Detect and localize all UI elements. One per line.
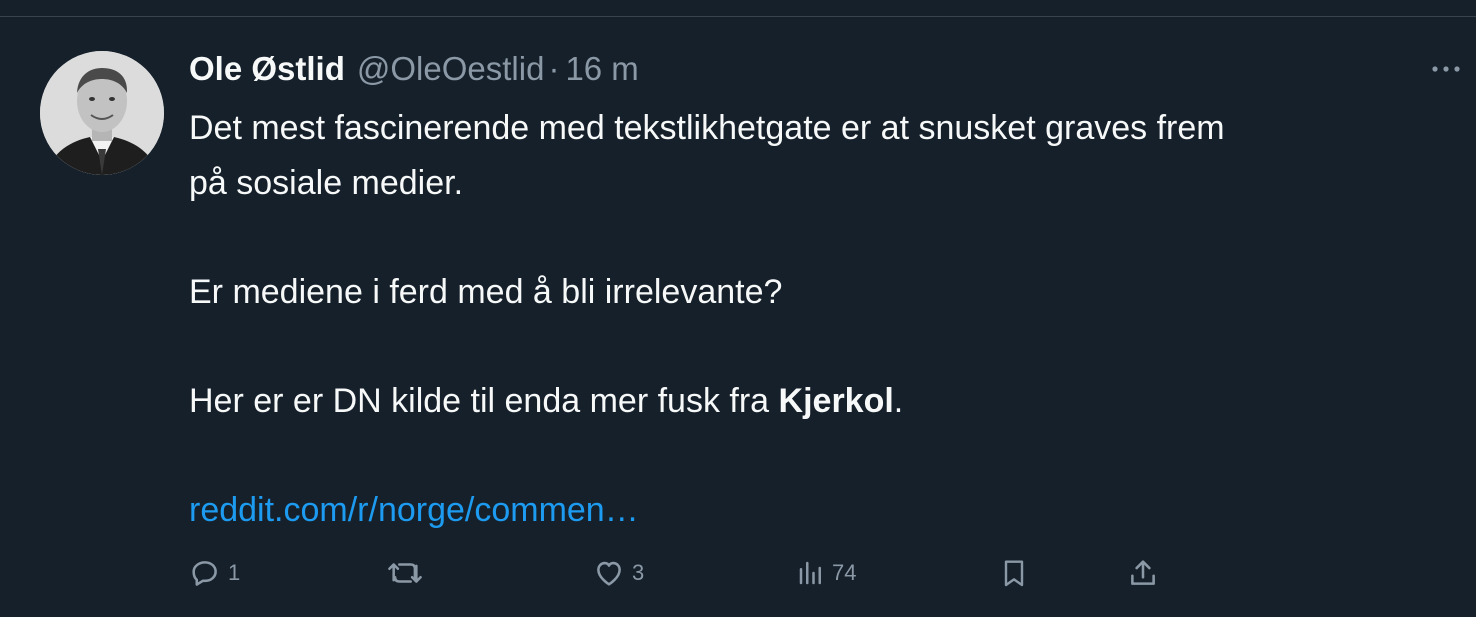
- author-display-name[interactable]: Ole Østlid: [189, 47, 345, 91]
- tweet-text-segment: .: [893, 381, 904, 420]
- avatar-photo: [40, 51, 164, 175]
- tweet-text-segment: Her er er DN kilde til enda mer fusk fra: [189, 381, 779, 420]
- author-handle[interactable]: @OleOestlid: [357, 47, 545, 91]
- like-button[interactable]: 3: [592, 555, 644, 591]
- retweet-button[interactable]: [386, 555, 430, 591]
- more-icon: [1432, 66, 1460, 72]
- more-options-button[interactable]: [1428, 57, 1464, 81]
- avatar[interactable]: [40, 51, 164, 175]
- tweet-text-line: Det mest fascinerende med tekstlikhetgat…: [189, 109, 1225, 147]
- header-separator: ·: [548, 50, 560, 87]
- tweet-header: Ole Østlid @OleOestlid · 16 m: [189, 47, 639, 91]
- reply-count: 1: [228, 560, 241, 585]
- tweet-link[interactable]: reddit.com/r/norge/commen…: [189, 483, 1439, 538]
- share-button[interactable]: [1126, 555, 1160, 591]
- tweet-timestamp[interactable]: 16 m: [565, 47, 638, 91]
- reply-icon: [192, 561, 217, 586]
- tweet-text-line: Er mediene i ferd med å bli irrelevante?: [189, 272, 783, 311]
- tweet-actions: 1 3 74: [188, 555, 1188, 591]
- heart-icon: [597, 561, 621, 586]
- reply-button[interactable]: 1: [188, 555, 240, 591]
- tweet-text-line: Her er er DN kilde til enda mer fusk fra…: [189, 374, 1439, 429]
- bold-text: Kjerkol: [778, 381, 894, 420]
- tweet-text-line: på sosiale medier.: [189, 163, 464, 202]
- views-count: 74: [832, 560, 857, 585]
- bookmark-icon: [1004, 560, 1024, 587]
- retweet-icon: [388, 563, 422, 583]
- tweet-text: Det mest fascinerende med tekstlikhetgat…: [189, 101, 1439, 537]
- like-count: 3: [632, 560, 645, 585]
- views-button[interactable]: 74: [796, 555, 856, 591]
- share-icon: [1131, 560, 1155, 585]
- bookmark-button[interactable]: [998, 555, 1030, 591]
- views-icon: [799, 561, 821, 585]
- tweet[interactable]: Ole Østlid @OleOestlid · 16 m Det mest f…: [0, 17, 1476, 617]
